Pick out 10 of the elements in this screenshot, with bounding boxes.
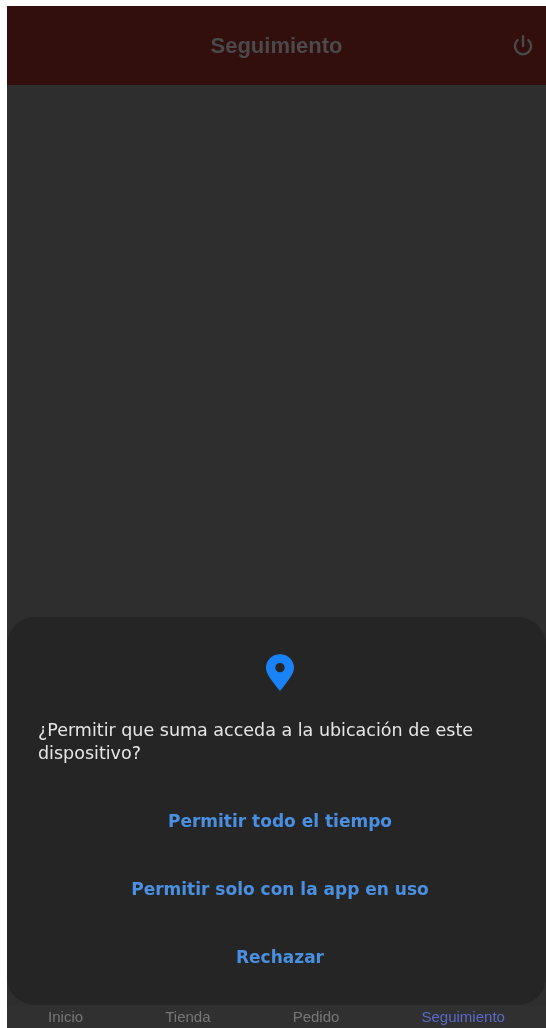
bottom-tab[interactable]: Inicio <box>48 1008 84 1028</box>
header-title: Seguimiento <box>210 32 343 59</box>
bottom-tab[interactable]: Tienda <box>165 1008 211 1028</box>
dialog-button[interactable]: Permitir todo el tiempo <box>157 799 403 843</box>
location-pin-icon <box>264 653 296 693</box>
dialog-button[interactable]: Permitir solo con la app en uso <box>121 867 439 911</box>
permission-message: ¿Permitir que suma acceda a la ubicación de este dispositivo? <box>38 719 475 765</box>
dialog-button[interactable]: Rechazar <box>225 935 334 979</box>
bottom-tab[interactable]: Seguimiento <box>421 1008 505 1028</box>
bottom-tab[interactable]: Pedido <box>292 1008 340 1028</box>
